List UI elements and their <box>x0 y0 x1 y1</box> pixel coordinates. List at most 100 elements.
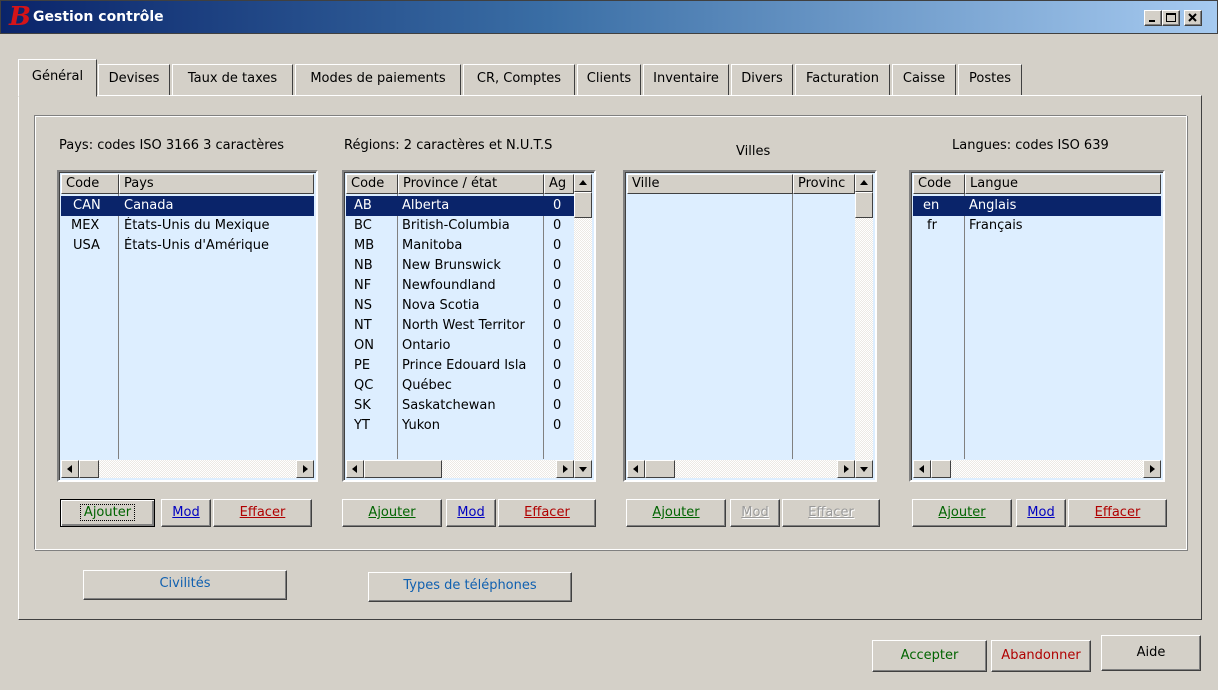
scroll-right-button[interactable] <box>837 460 855 478</box>
close-button[interactable] <box>1184 10 1202 26</box>
phone-types-button[interactable]: Types de téléphones <box>368 572 572 602</box>
regions-mod-button[interactable]: Mod <box>446 499 496 527</box>
list-item[interactable]: NF Newfoundland 0 <box>346 276 574 296</box>
list-item[interactable]: PE Prince Edouard Isla 0 <box>346 356 574 376</box>
list-item[interactable]: USA États-Unis d'Amérique <box>61 236 314 256</box>
scroll-right-button[interactable] <box>556 460 574 478</box>
list-item[interactable]: MB Manitoba 0 <box>346 236 574 256</box>
regions-add-button[interactable]: Ajouter <box>342 499 442 527</box>
horizontal-scroll-track[interactable] <box>675 460 837 478</box>
tab-modes-de-paiements[interactable]: Modes de paiements <box>295 64 461 96</box>
list-item[interactable]: QC Québec 0 <box>346 376 574 396</box>
countries-mod-button[interactable]: Mod <box>161 499 211 527</box>
countries-list[interactable]: Code Pays CAN Canada MEX États-Unis du M… <box>57 170 318 482</box>
vertical-scroll-thumb[interactable] <box>574 192 592 218</box>
cities-mod-button[interactable]: Mod <box>730 499 780 527</box>
list-item[interactable]: ON Ontario 0 <box>346 336 574 356</box>
vertical-scroll-thumb[interactable] <box>855 192 873 218</box>
horizontal-scroll-track[interactable] <box>442 460 556 478</box>
column-header-ville[interactable]: Ville <box>627 174 793 194</box>
region-code: NB <box>354 258 373 273</box>
scroll-left-button[interactable] <box>627 460 645 478</box>
region-code: QC <box>354 378 374 393</box>
languages-list[interactable]: Code Langue en Anglais fr Français <box>909 170 1165 482</box>
column-header-langue[interactable]: Langue <box>965 174 1161 194</box>
list-item[interactable]: BC British-Columbia 0 <box>346 216 574 236</box>
region-name: Manitoba <box>402 238 463 253</box>
vertical-scroll-track[interactable] <box>855 218 873 460</box>
list-item[interactable]: fr Français <box>913 216 1161 236</box>
languages-mod-button[interactable]: Mod <box>1016 499 1066 527</box>
column-divider <box>792 194 793 459</box>
list-item[interactable]: NT North West Territor 0 <box>346 316 574 336</box>
column-header-province[interactable]: Provinc <box>793 174 855 194</box>
column-header-code[interactable]: Code <box>913 174 965 194</box>
scroll-right-button[interactable] <box>1143 460 1161 478</box>
column-header-pays[interactable]: Pays <box>119 174 314 194</box>
scroll-left-button[interactable] <box>61 460 79 478</box>
tab-inventaire[interactable]: Inventaire <box>643 64 729 96</box>
tab-caisse[interactable]: Caisse <box>892 64 956 96</box>
horizontal-scroll-thumb[interactable] <box>645 460 675 478</box>
horizontal-scroll-track[interactable] <box>951 460 1143 478</box>
horizontal-scroll-track[interactable] <box>99 460 296 478</box>
column-header-ag[interactable]: Ag <box>544 174 574 194</box>
tab-cr-comptes[interactable]: CR, Comptes <box>463 64 575 96</box>
close-icon <box>1188 13 1197 22</box>
scroll-down-button[interactable] <box>855 460 873 478</box>
button-label: Effacer <box>1094 505 1141 520</box>
language-code: en <box>923 198 940 213</box>
horizontal-scroll-thumb[interactable] <box>79 460 99 478</box>
languages-add-button[interactable]: Ajouter <box>912 499 1012 527</box>
regions-list[interactable]: Code Province / état Ag AB Alberta 0 BC … <box>342 170 596 482</box>
column-header-province[interactable]: Province / état <box>398 174 544 194</box>
help-button[interactable]: Aide <box>1101 635 1201 671</box>
maximize-icon <box>1166 13 1176 22</box>
cancel-button[interactable]: Abandonner <box>991 640 1091 672</box>
accept-button[interactable]: Accepter <box>872 640 987 672</box>
scroll-left-button[interactable] <box>346 460 364 478</box>
scroll-right-button[interactable] <box>296 460 314 478</box>
list-item[interactable]: NS Nova Scotia 0 <box>346 296 574 316</box>
civilities-button[interactable]: Civilités <box>83 570 287 600</box>
list-item[interactable]: en Anglais <box>913 196 1161 216</box>
minimize-button[interactable] <box>1144 10 1162 26</box>
countries-delete-button[interactable]: Effacer <box>213 499 312 527</box>
region-ag: 0 <box>553 358 562 373</box>
list-item[interactable]: NB New Brunswick 0 <box>346 256 574 276</box>
vertical-scroll-track[interactable] <box>574 218 592 460</box>
column-header-code[interactable]: Code <box>346 174 398 194</box>
list-item[interactable]: CAN Canada <box>61 196 314 216</box>
country-code: USA <box>73 238 100 253</box>
horizontal-scroll-thumb[interactable] <box>364 460 442 478</box>
country-name: États-Unis du Mexique <box>124 218 270 233</box>
list-item[interactable]: MEX États-Unis du Mexique <box>61 216 314 236</box>
title-bar[interactable]: B Gestion contrôle <box>0 0 1218 34</box>
list-item[interactable]: AB Alberta 0 <box>346 196 574 216</box>
language-name: Français <box>969 218 1023 233</box>
languages-delete-button[interactable]: Effacer <box>1068 499 1167 527</box>
scroll-up-button[interactable] <box>574 174 592 192</box>
horizontal-scroll-thumb[interactable] <box>931 460 951 478</box>
tab-divers[interactable]: Divers <box>731 64 793 96</box>
cities-delete-button[interactable]: Effacer <box>782 499 880 527</box>
scroll-up-button[interactable] <box>855 174 873 192</box>
cities-add-button[interactable]: Ajouter <box>626 499 726 527</box>
button-label: Effacer <box>808 505 854 520</box>
countries-add-button[interactable]: Ajouter <box>60 499 155 527</box>
list-item[interactable]: SK Saskatchewan 0 <box>346 396 574 416</box>
tab-facturation[interactable]: Facturation <box>795 64 890 96</box>
tab-general[interactable]: Général <box>18 59 97 97</box>
list-item[interactable]: YT Yukon 0 <box>346 416 574 436</box>
column-header-code[interactable]: Code <box>61 174 119 194</box>
scroll-left-button[interactable] <box>913 460 931 478</box>
tab-taux-de-taxes[interactable]: Taux de taxes <box>172 64 293 96</box>
tab-devises[interactable]: Devises <box>98 64 170 96</box>
maximize-button[interactable] <box>1162 10 1180 26</box>
cities-list[interactable]: Ville Provinc <box>623 170 877 482</box>
region-ag: 0 <box>553 298 562 313</box>
tab-postes[interactable]: Postes <box>958 64 1022 96</box>
tab-clients[interactable]: Clients <box>577 64 641 96</box>
regions-delete-button[interactable]: Effacer <box>498 499 596 527</box>
scroll-down-button[interactable] <box>574 460 592 478</box>
